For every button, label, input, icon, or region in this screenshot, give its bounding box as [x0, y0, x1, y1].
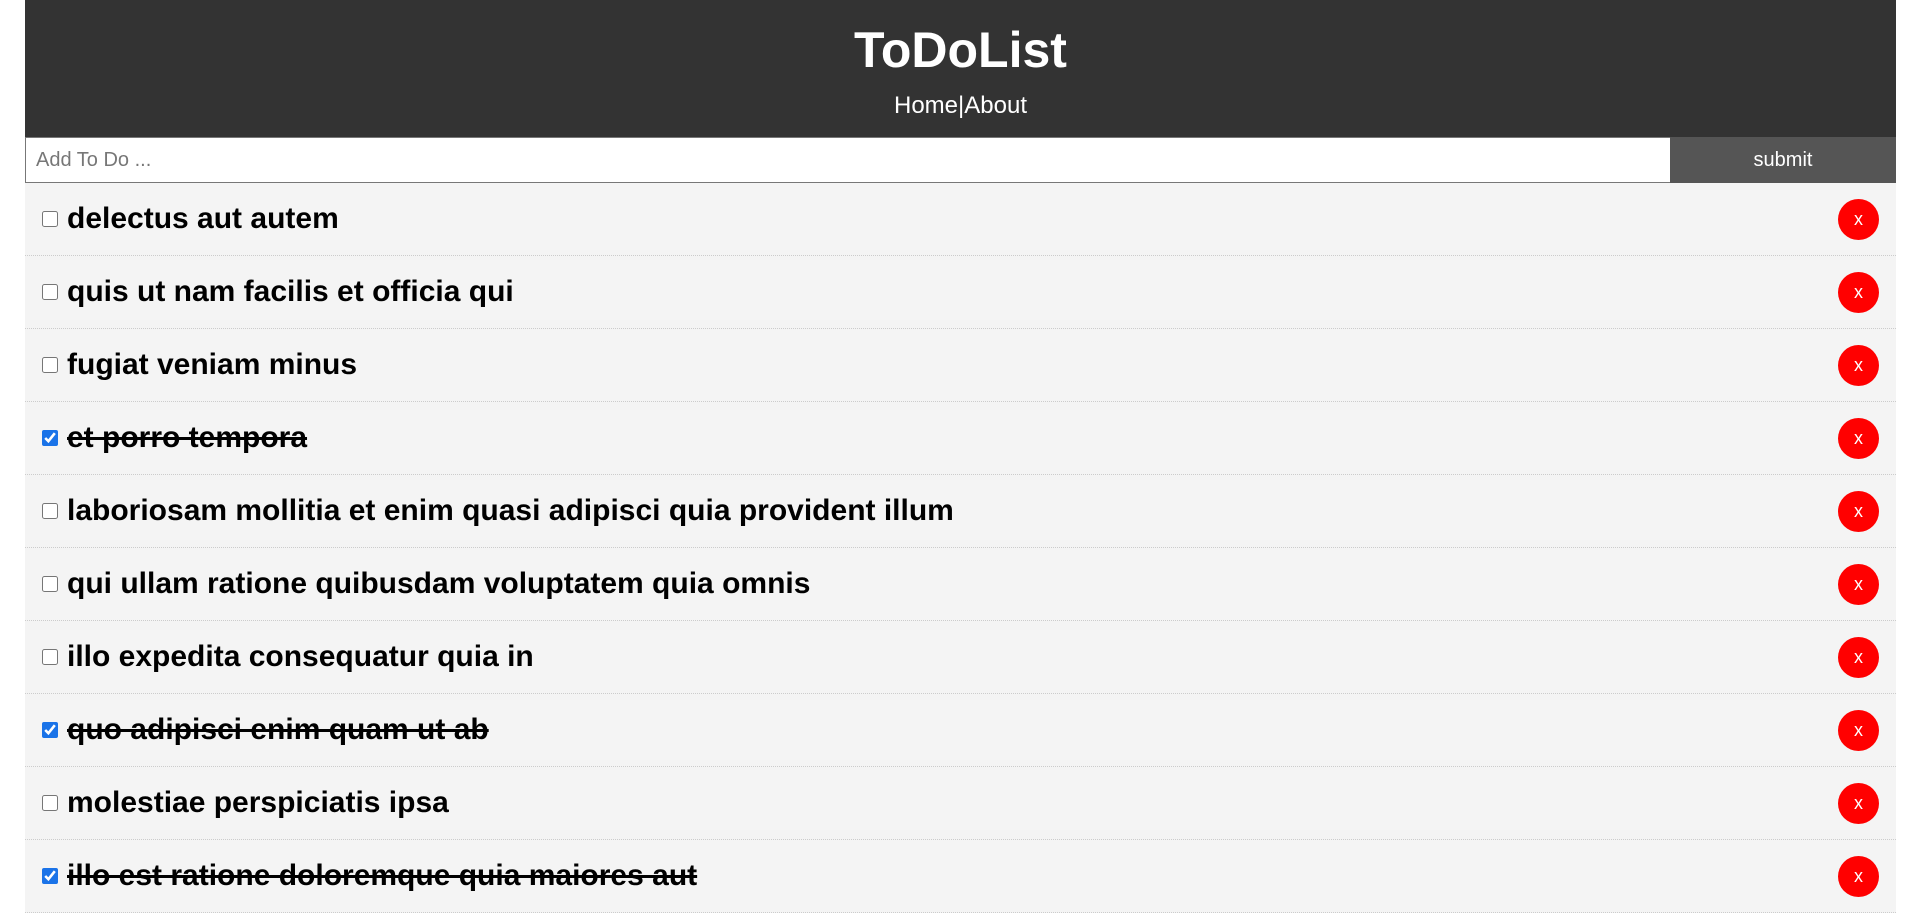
page-title: ToDoList	[854, 22, 1067, 78]
delete-todo-button[interactable]: x	[1838, 490, 1879, 532]
nav-about-link[interactable]: About	[964, 92, 1027, 119]
todo-item: qui ullam ratione quibusdam voluptatem q…	[25, 548, 1896, 621]
todo-title: fugiat veniam minus	[67, 348, 358, 381]
todo-item: laboriosam mollitia et enim quasi adipis…	[25, 475, 1896, 548]
app-header: ToDoList Home|About	[25, 0, 1896, 137]
todo-checkbox[interactable]	[42, 503, 58, 519]
todo-title: laboriosam mollitia et enim quasi adipis…	[67, 494, 954, 527]
todo-checkbox[interactable]	[42, 576, 58, 592]
delete-todo-button[interactable]: x	[1838, 271, 1879, 313]
todo-checkbox[interactable]	[42, 284, 58, 300]
todo-title: molestiae perspiciatis ipsa	[67, 786, 449, 819]
todo-checkbox[interactable]	[42, 430, 58, 446]
todo-checkbox[interactable]	[42, 795, 58, 811]
todo-item: delectus aut autem x	[25, 183, 1896, 256]
add-todo-input[interactable]	[25, 137, 1670, 183]
todo-title: illo est ratione doloremque quia maiores…	[67, 859, 698, 892]
todo-title: et porro tempora	[67, 421, 308, 454]
todo-title: quo adipisci enim quam ut ab	[67, 713, 489, 746]
todo-item: illo est ratione doloremque quia maiores…	[25, 840, 1896, 913]
todo-title: delectus aut autem	[67, 202, 339, 235]
todo-item: fugiat veniam minus x	[25, 329, 1896, 402]
todo-item: et porro tempora x	[25, 402, 1896, 475]
todo-app: ToDoList Home|About submit delectus aut …	[25, 0, 1896, 913]
todo-item: quis ut nam facilis et officia qui x	[25, 256, 1896, 329]
delete-todo-button[interactable]: x	[1838, 855, 1879, 897]
delete-todo-button[interactable]: x	[1838, 344, 1879, 386]
delete-todo-button[interactable]: x	[1838, 636, 1879, 678]
delete-todo-button[interactable]: x	[1838, 417, 1879, 459]
todo-title: illo expedita consequatur quia in	[67, 640, 534, 673]
todo-list: delectus aut autem x quis ut nam facilis e…	[25, 183, 1896, 913]
todo-checkbox[interactable]	[42, 211, 58, 227]
submit-button[interactable]: submit	[1670, 137, 1896, 183]
todo-title: quis ut nam facilis et officia qui	[67, 275, 514, 308]
todo-item: molestiae perspiciatis ipsa x	[25, 767, 1896, 840]
todo-item: quo adipisci enim quam ut ab x	[25, 694, 1896, 767]
delete-todo-button[interactable]: x	[1838, 782, 1879, 824]
delete-todo-button[interactable]: x	[1838, 198, 1879, 240]
todo-item: illo expedita consequatur quia in x	[25, 621, 1896, 694]
add-todo-form: submit	[25, 137, 1896, 183]
delete-todo-button[interactable]: x	[1838, 709, 1879, 751]
todo-checkbox[interactable]	[42, 722, 58, 738]
todo-checkbox[interactable]	[42, 868, 58, 884]
nav-home-link[interactable]: Home	[894, 92, 958, 119]
delete-todo-button[interactable]: x	[1838, 563, 1879, 605]
todo-checkbox[interactable]	[42, 649, 58, 665]
main-nav: Home|About	[25, 91, 1896, 121]
todo-checkbox[interactable]	[42, 357, 58, 373]
todo-title: qui ullam ratione quibusdam voluptatem q…	[67, 567, 811, 600]
